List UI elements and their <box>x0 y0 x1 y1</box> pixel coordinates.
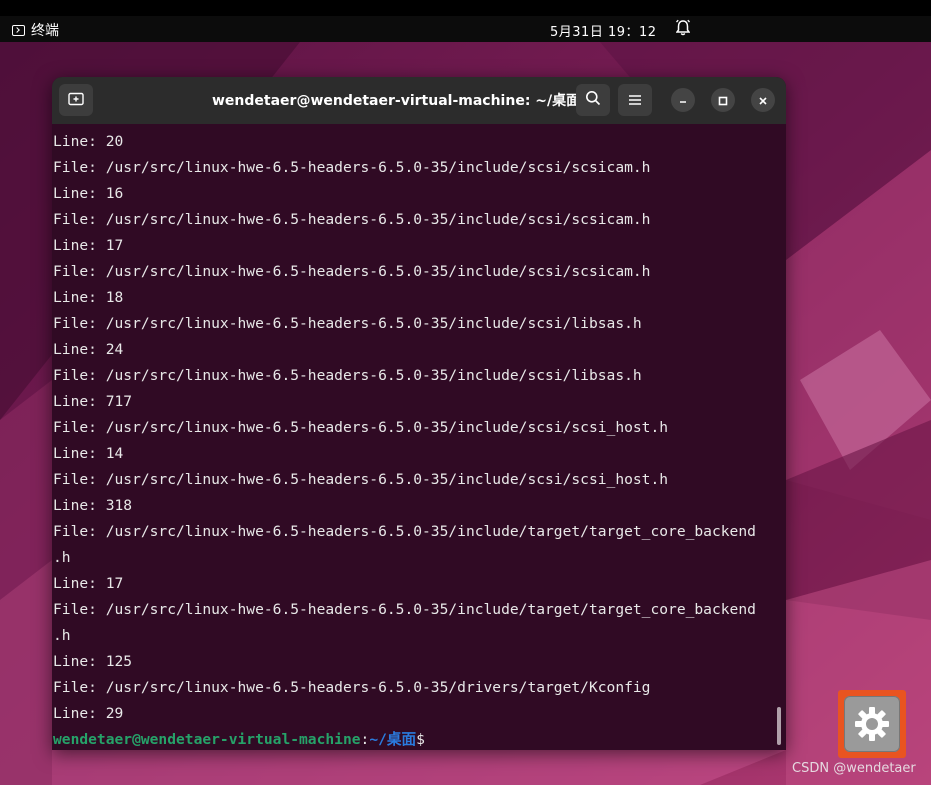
close-icon <box>758 91 768 110</box>
terminal-line: File: /usr/src/linux-hwe-6.5-headers-6.5… <box>53 159 651 176</box>
new-tab-button[interactable] <box>59 84 93 116</box>
settings-gear-icon <box>844 696 900 752</box>
terminal-line: Line: 24 <box>53 341 124 358</box>
terminal-line: .h <box>53 627 71 644</box>
search-button[interactable] <box>576 84 610 116</box>
terminal-line: File: /usr/src/linux-hwe-6.5-headers-6.5… <box>53 471 669 488</box>
scrollbar-thumb[interactable] <box>777 707 781 745</box>
window-titlebar[interactable]: wendetaer@wendetaer-virtual-machine: ~/桌… <box>52 77 786 124</box>
prompt-symbol: $ <box>416 731 425 748</box>
hamburger-menu-icon <box>628 91 642 110</box>
search-icon <box>585 90 601 110</box>
prompt-user-host: wendetaer@wendetaer-virtual-machine <box>53 731 361 748</box>
maximize-icon <box>718 91 728 110</box>
terminal-output-area[interactable]: Line: 20 File: /usr/src/linux-hwe-6.5-he… <box>52 124 786 750</box>
minimize-icon <box>678 91 688 110</box>
terminal-output: Line: 20 File: /usr/src/linux-hwe-6.5-he… <box>53 129 756 750</box>
watermark: CSDN @wendetaer <box>792 761 916 776</box>
shell-prompt[interactable]: wendetaer@wendetaer-virtual-machine:~/桌面… <box>53 727 756 750</box>
bell-alarm-icon[interactable] <box>675 19 691 41</box>
terminal-line: File: /usr/src/linux-hwe-6.5-headers-6.5… <box>53 419 669 436</box>
terminal-line: Line: 16 <box>53 185 124 202</box>
terminal-line: .h <box>53 549 71 566</box>
terminal-line: Line: 318 <box>53 497 133 514</box>
terminal-line: File: /usr/src/linux-hwe-6.5-headers-6.5… <box>53 601 756 618</box>
menu-button[interactable] <box>618 84 652 116</box>
terminal-line: Line: 717 <box>53 393 133 410</box>
desktop: 终端 5月31日 19：12 wendetaer@wendetaer-virtu… <box>0 0 931 785</box>
new-tab-icon <box>68 91 84 110</box>
terminal-line: File: /usr/src/linux-hwe-6.5-headers-6.5… <box>53 523 756 540</box>
terminal-window: wendetaer@wendetaer-virtual-machine: ~/桌… <box>52 77 786 750</box>
terminal-line: Line: 125 <box>53 653 133 670</box>
terminal-line: File: /usr/src/linux-hwe-6.5-headers-6.5… <box>53 679 651 696</box>
top-black-bar <box>0 0 931 16</box>
terminal-line: File: /usr/src/linux-hwe-6.5-headers-6.5… <box>53 315 642 332</box>
terminal-line: Line: 20 <box>53 133 124 150</box>
terminal-line: Line: 17 <box>53 575 124 592</box>
terminal-line: Line: 18 <box>53 289 124 306</box>
terminal-line: Line: 29 <box>53 705 124 722</box>
close-button[interactable] <box>751 88 775 112</box>
terminal-line: Line: 17 <box>53 237 124 254</box>
top-panel: 终端 5月31日 19：12 <box>0 16 931 42</box>
maximize-button[interactable] <box>711 88 735 112</box>
terminal-line: File: /usr/src/linux-hwe-6.5-headers-6.5… <box>53 367 642 384</box>
terminal-icon <box>12 24 25 36</box>
minimize-button[interactable] <box>671 88 695 112</box>
panel-app-menu[interactable]: 终端 <box>12 20 59 40</box>
prompt-separator: : <box>360 731 370 748</box>
panel-app-name: 终端 <box>31 23 59 39</box>
panel-clock[interactable]: 5月31日 19：12 <box>550 21 657 40</box>
window-title: wendetaer@wendetaer-virtual-machine: ~/桌… <box>212 93 581 109</box>
terminal-line: Line: 14 <box>53 445 124 462</box>
terminal-line: File: /usr/src/linux-hwe-6.5-headers-6.5… <box>53 211 651 228</box>
settings-launcher[interactable] <box>838 690 906 758</box>
terminal-line: File: /usr/src/linux-hwe-6.5-headers-6.5… <box>53 263 651 280</box>
prompt-path: ~/桌面 <box>369 731 417 748</box>
